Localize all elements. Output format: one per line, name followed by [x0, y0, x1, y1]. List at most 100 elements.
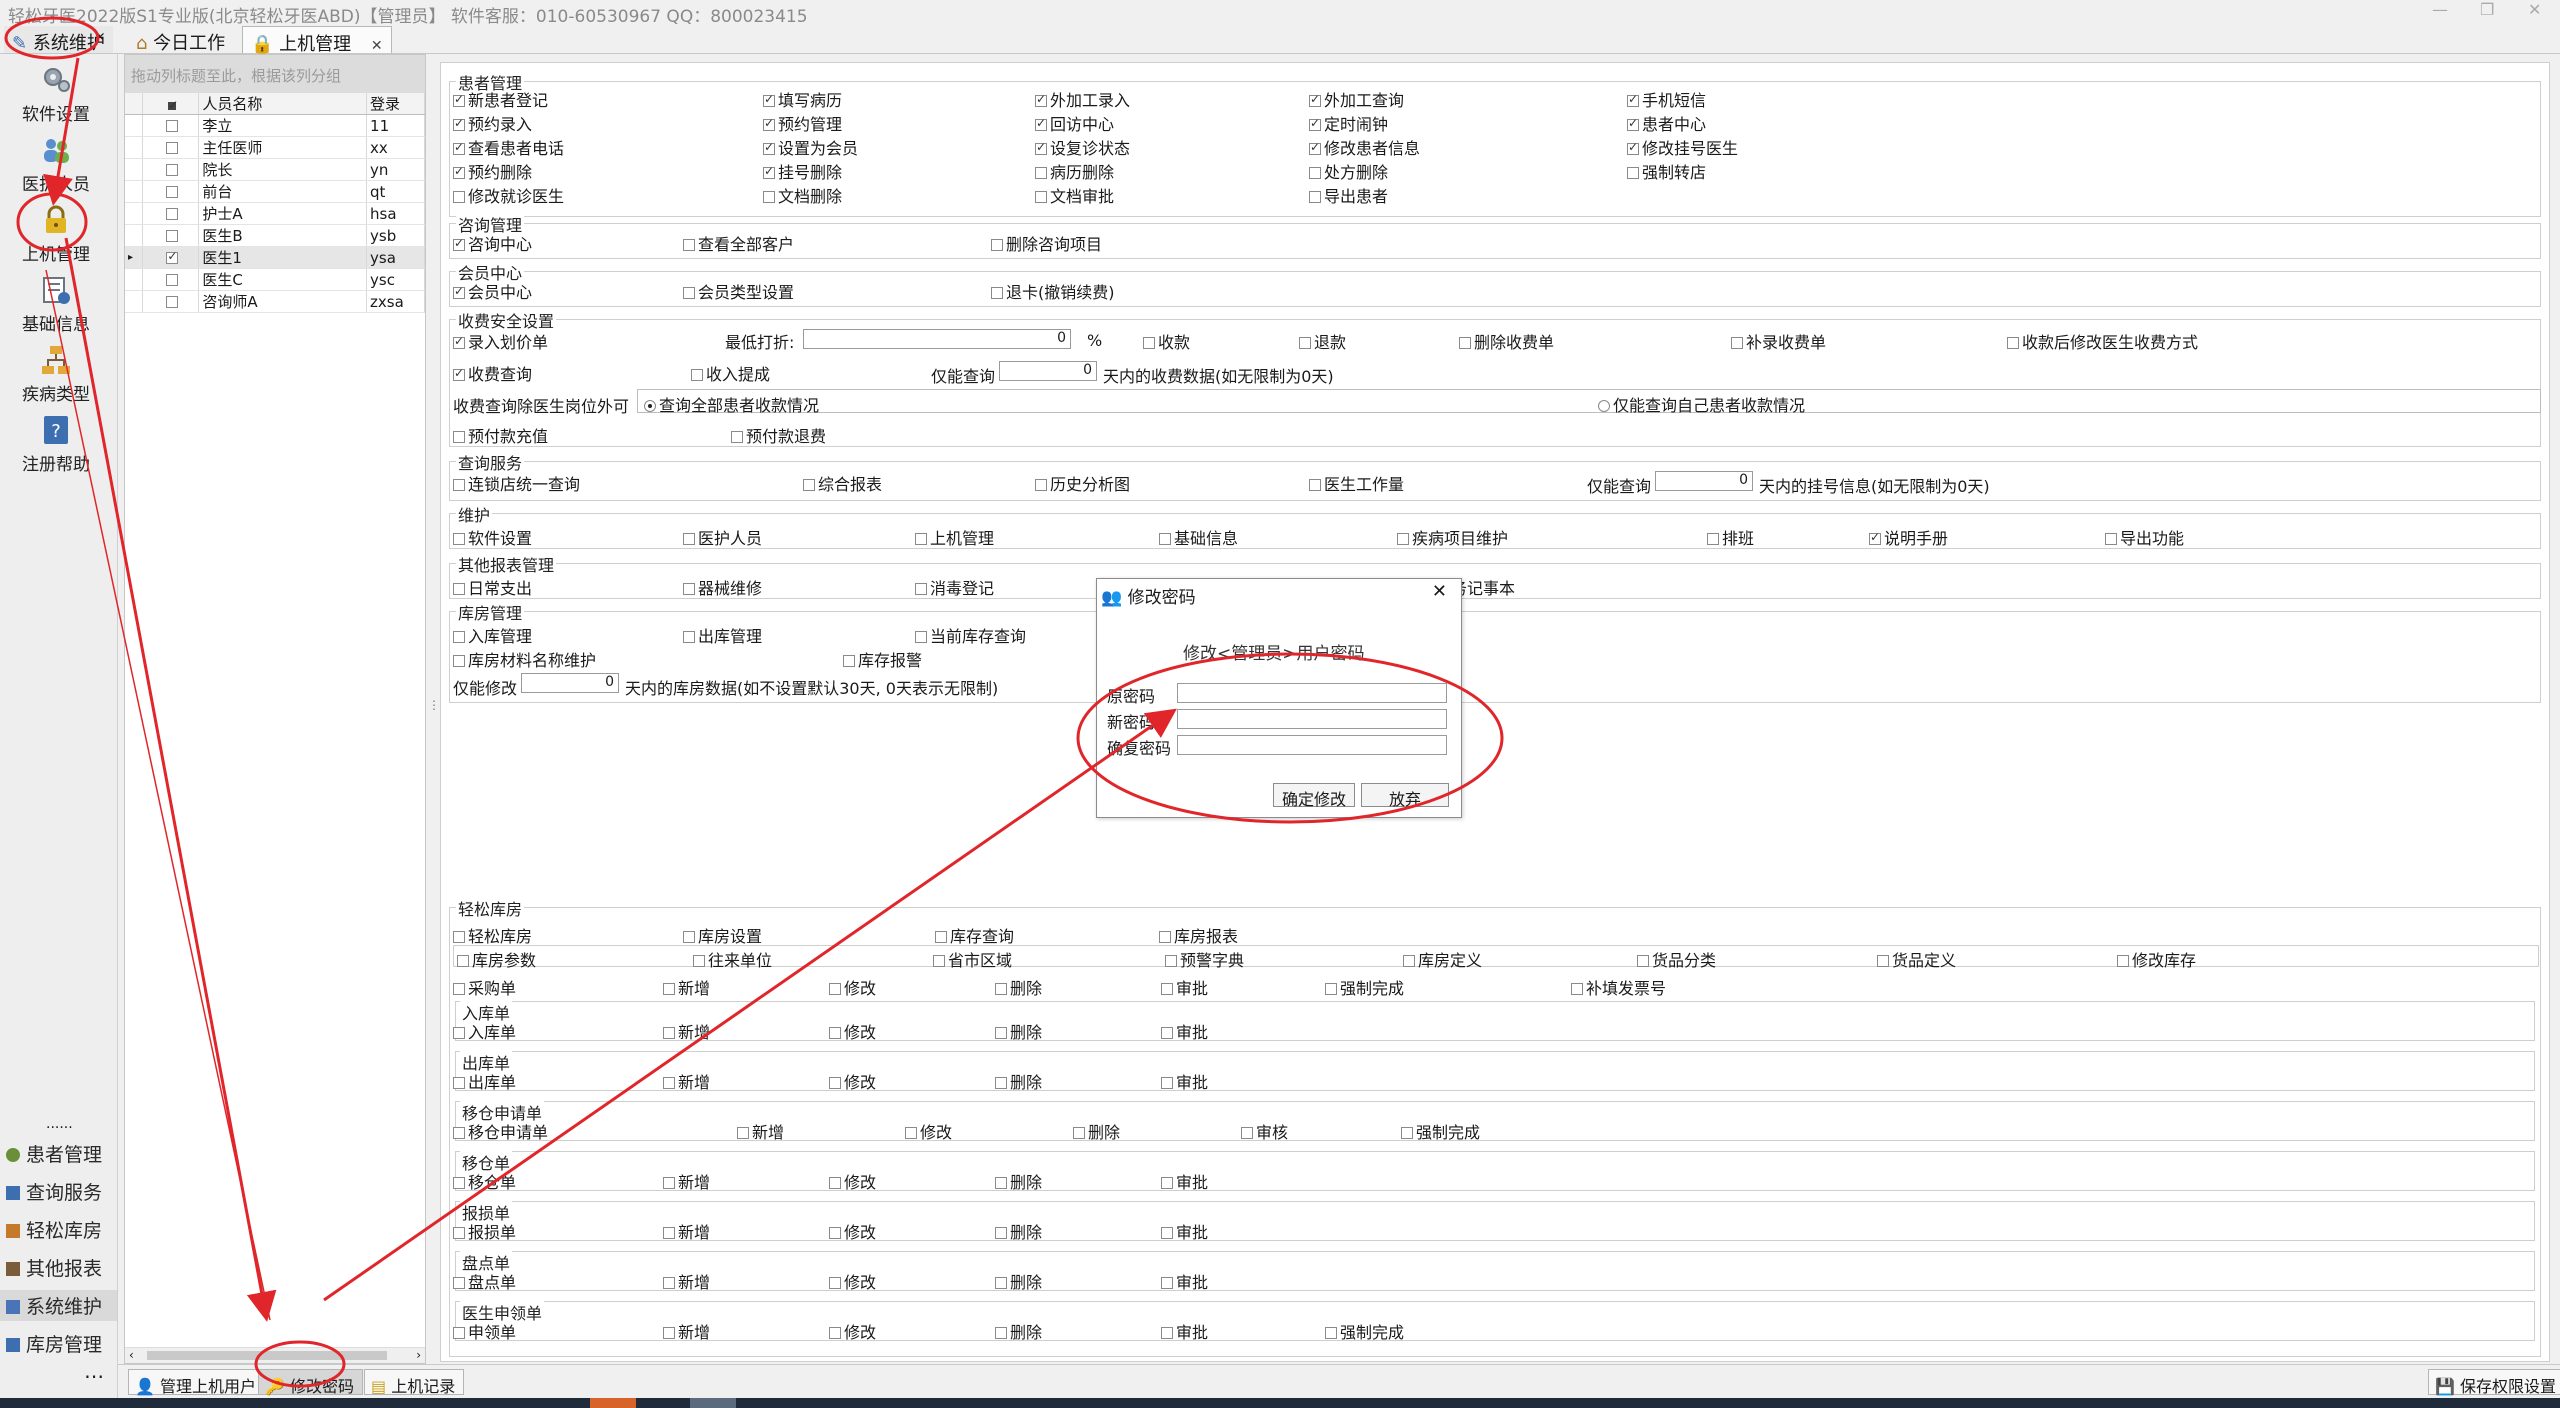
checkbox[interactable]: [1403, 955, 1415, 967]
checkbox[interactable]: [763, 140, 775, 155]
table-row[interactable]: ▸ 医生1ysa: [125, 246, 425, 269]
permission-checkbox[interactable]: 移仓申请单: [453, 1119, 548, 1143]
horizontal-scrollbar[interactable]: ‹ ›: [125, 1347, 425, 1363]
checkbox[interactable]: [683, 533, 695, 545]
checkbox[interactable]: [915, 533, 927, 545]
permission-checkbox[interactable]: 删除: [995, 1019, 1042, 1043]
taskbar-app-icon[interactable]: [690, 1398, 736, 1408]
tab-system-maintenance[interactable]: ✎ 系统维护: [4, 26, 113, 54]
checkbox[interactable]: [453, 931, 465, 943]
checkbox[interactable]: [995, 983, 1007, 995]
nav-list-patient-management[interactable]: 患者管理: [6, 1140, 102, 1167]
checkbox[interactable]: [1637, 955, 1649, 967]
checkbox[interactable]: [1627, 92, 1639, 107]
permission-checkbox[interactable]: 采购单: [453, 975, 516, 999]
checkbox[interactable]: [829, 1077, 841, 1089]
row-checkbox[interactable]: [142, 224, 200, 247]
checkbox[interactable]: [915, 583, 927, 595]
permission-checkbox[interactable]: 审批: [1161, 1069, 1208, 1093]
permission-checkbox[interactable]: 预付款充值: [453, 423, 548, 447]
checkbox[interactable]: [1309, 167, 1321, 179]
permission-checkbox[interactable]: 申领单: [453, 1319, 516, 1343]
permission-checkbox[interactable]: 当前库存查询: [915, 623, 1026, 647]
checkbox[interactable]: [1161, 1327, 1173, 1339]
table-row[interactable]: 院长 yn: [125, 158, 425, 181]
checkbox[interactable]: [453, 116, 465, 131]
checkbox[interactable]: [1161, 1227, 1173, 1239]
nav-basic-info[interactable]: 基础信息: [0, 274, 112, 335]
permission-checkbox[interactable]: 新增: [737, 1119, 784, 1143]
permission-checkbox[interactable]: 手机短信: [1627, 87, 1706, 111]
permission-checkbox[interactable]: 审批: [1161, 1019, 1208, 1043]
permission-checkbox[interactable]: 定时闹钟: [1309, 111, 1388, 135]
checkbox[interactable]: [457, 955, 469, 967]
permission-checkbox[interactable]: 说明手册: [1869, 525, 1948, 549]
checkbox[interactable]: [1309, 479, 1321, 491]
checkbox[interactable]: [1869, 530, 1881, 545]
permission-checkbox[interactable]: 文档审批: [1035, 183, 1114, 207]
checkbox[interactable]: [663, 983, 675, 995]
permission-checkbox[interactable]: 移仓单: [453, 1169, 516, 1193]
checkbox[interactable]: [1073, 1127, 1085, 1139]
permission-checkbox[interactable]: 入库单: [453, 1019, 516, 1043]
checkbox[interactable]: [991, 239, 1003, 251]
permission-checkbox[interactable]: 综合报表: [803, 471, 882, 495]
permission-checkbox[interactable]: 修改挂号医生: [1627, 135, 1738, 159]
permission-checkbox[interactable]: 会员类型设置: [683, 279, 794, 303]
checkbox[interactable]: [2117, 955, 2129, 967]
permission-checkbox[interactable]: 新患者登记: [453, 87, 548, 111]
checkbox[interactable]: [1035, 191, 1047, 203]
permission-checkbox[interactable]: 疾病项目维护: [1397, 525, 1508, 549]
checkbox[interactable]: [683, 239, 695, 251]
taskbar-app-icon[interactable]: [590, 1398, 636, 1408]
permission-checkbox[interactable]: 挂号删除: [763, 159, 842, 183]
permission-checkbox[interactable]: 器械维修: [683, 575, 762, 599]
checkbox[interactable]: [683, 931, 695, 943]
permission-checkbox[interactable]: 审批: [1161, 1269, 1208, 1293]
permission-checkbox[interactable]: 补录收费单: [1731, 329, 1826, 353]
permission-checkbox[interactable]: 库房定义: [1403, 947, 1482, 971]
checkbox[interactable]: [663, 1227, 675, 1239]
checkbox[interactable]: [1309, 191, 1321, 203]
row-checkbox[interactable]: [142, 290, 200, 313]
checkbox[interactable]: [1241, 1127, 1253, 1139]
permission-checkbox[interactable]: 填写病历: [763, 87, 842, 111]
permission-checkbox[interactable]: 货品分类: [1637, 947, 1716, 971]
checkbox[interactable]: [453, 1127, 465, 1139]
permission-checkbox[interactable]: 库房报表: [1159, 923, 1238, 947]
collapse-arrow-icon[interactable]: ‹: [98, 26, 105, 47]
checkbox[interactable]: [1309, 140, 1321, 155]
permission-checkbox[interactable]: 处方删除: [1309, 159, 1388, 183]
permission-checkbox[interactable]: 基础信息: [1159, 525, 1238, 549]
number-input[interactable]: 0: [521, 673, 619, 693]
checkbox[interactable]: [453, 1327, 465, 1339]
nav-medical-staff[interactable]: 医护人员: [0, 134, 112, 195]
checkbox[interactable]: [453, 236, 465, 251]
permission-checkbox[interactable]: 修改: [829, 1219, 876, 1243]
permission-checkbox[interactable]: 入库管理: [453, 623, 532, 647]
permission-checkbox[interactable]: 删除: [995, 1219, 1042, 1243]
checkbox[interactable]: [1161, 1027, 1173, 1039]
permission-checkbox[interactable]: 预约删除: [453, 159, 532, 183]
checkbox[interactable]: [453, 983, 465, 995]
row-checkbox[interactable]: [142, 114, 200, 137]
checkbox[interactable]: [905, 1127, 917, 1139]
permission-checkbox[interactable]: 删除: [995, 975, 1042, 999]
nav-list-query-service[interactable]: 查询服务: [6, 1178, 102, 1205]
checkbox[interactable]: [1035, 167, 1047, 179]
permission-checkbox[interactable]: 往来单位: [693, 947, 772, 971]
checkbox[interactable]: [453, 533, 465, 545]
checkbox[interactable]: [731, 431, 743, 443]
checkbox[interactable]: [763, 116, 775, 131]
permission-checkbox[interactable]: 删除咨询项目: [991, 231, 1102, 255]
tab-login-management[interactable]: 🔒 上机管理 ✕: [242, 26, 392, 55]
permission-checkbox[interactable]: 查看全部客户: [683, 231, 794, 255]
permission-checkbox[interactable]: 日常支出: [453, 575, 532, 599]
permission-checkbox[interactable]: 强制转店: [1627, 159, 1706, 183]
permission-checkbox[interactable]: 软件设置: [453, 525, 532, 549]
checkbox[interactable]: [453, 284, 465, 299]
permission-checkbox[interactable]: 上机管理: [915, 525, 994, 549]
permission-checkbox[interactable]: 新增: [663, 1319, 710, 1343]
checkbox[interactable]: [1165, 955, 1177, 967]
checkbox[interactable]: [935, 931, 947, 943]
